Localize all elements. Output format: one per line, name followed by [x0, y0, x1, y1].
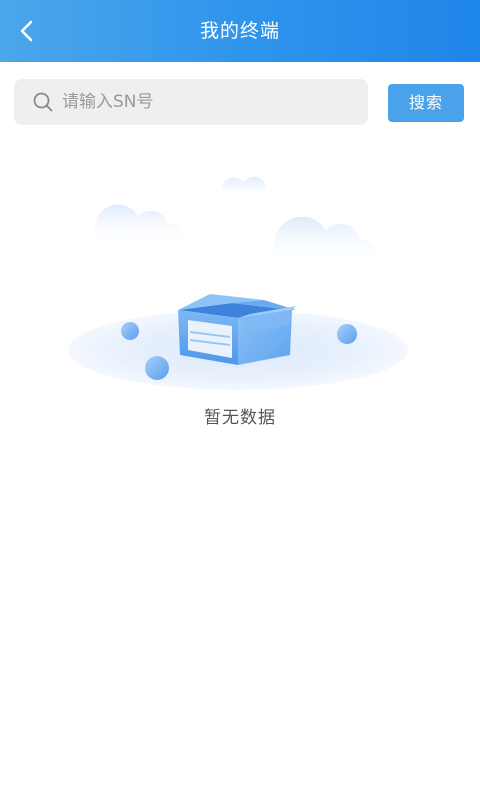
cloud-icon: [273, 216, 379, 266]
header-bar: 我的终端: [0, 0, 480, 62]
page-title: 我的终端: [199, 20, 280, 42]
empty-box-illustration: [68, 176, 408, 390]
search-box[interactable]: [14, 79, 368, 125]
cloud-icon: [219, 176, 278, 198]
search-input[interactable]: [62, 82, 368, 122]
empty-state-message: 暂无数据: [204, 408, 276, 428]
ball-icon: [337, 324, 357, 344]
ball-icon: [121, 322, 139, 340]
cloud-icon: [94, 204, 185, 244]
search-button[interactable]: 搜索: [388, 84, 464, 122]
search-row: 搜索: [0, 62, 480, 142]
ball-icon: [145, 356, 169, 380]
box-icon: [178, 294, 296, 365]
app-screen: 我的终端 搜索: [0, 0, 480, 800]
search-icon: [32, 91, 54, 113]
